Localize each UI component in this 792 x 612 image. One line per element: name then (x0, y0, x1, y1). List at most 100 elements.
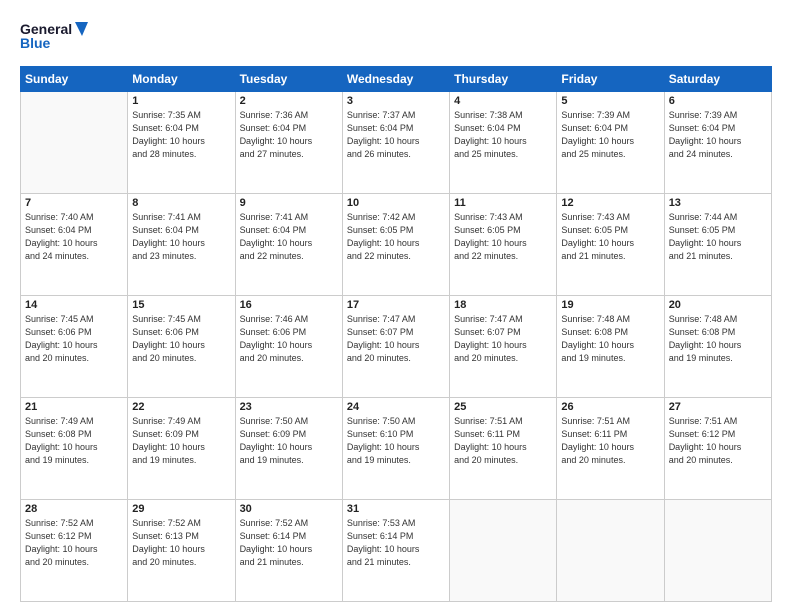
day-number: 6 (669, 95, 767, 107)
calendar-cell: 1Sunrise: 7:35 AMSunset: 6:04 PMDaylight… (128, 92, 235, 194)
day-info: Sunrise: 7:36 AMSunset: 6:04 PMDaylight:… (240, 109, 338, 161)
calendar-cell: 10 Sunrise: 7:42 AMSunset: 6:05 PMDayligh… (342, 194, 449, 296)
day-number: 3 (347, 95, 445, 107)
day-number: 4 (454, 95, 552, 107)
calendar-cell: 18Sunrise: 7:47 AMSunset: 6:07 PMDayligh… (450, 296, 557, 398)
weekday-sunday: Sunday (21, 67, 128, 92)
day-number: 25 (454, 401, 552, 413)
calendar-cell: 25 Sunrise: 7:51 AMSunset: 6:11 PMDayligh… (450, 398, 557, 500)
day-info: Sunrise: 7:42 AMSunset: 6:05 PMDaylight:… (347, 211, 445, 263)
day-number: 2 (240, 95, 338, 107)
weekday-friday: Friday (557, 67, 664, 92)
header: GeneralBlue (20, 18, 772, 56)
day-info: Sunrise: 7:37 AMSunset: 6:04 PMDaylight:… (347, 109, 445, 161)
week-row-2: 7 Sunrise: 7:40 AMSunset: 6:04 PMDaylight… (21, 194, 772, 296)
calendar-cell: 19 Sunrise: 7:48 AMSunset: 6:08 PMDayligh… (557, 296, 664, 398)
day-number: 20 (669, 299, 767, 311)
day-number: 8 (132, 197, 230, 209)
calendar-cell: 24 Sunrise: 7:50 AMSunset: 6:10 PMDayligh… (342, 398, 449, 500)
day-number: 12 (561, 197, 659, 209)
svg-text:Blue: Blue (20, 35, 51, 51)
day-info: Sunrise: 7:39 AMSunset: 6:04 PMDaylight:… (669, 109, 767, 161)
day-info: Sunrise: 7:39 AMSunset: 6:04 PMDaylight:… (561, 109, 659, 161)
calendar-cell (664, 500, 771, 602)
day-info: Sunrise: 7:49 AMSunset: 6:08 PMDaylight:… (25, 415, 123, 467)
day-number: 13 (669, 197, 767, 209)
calendar-cell: 9 Sunrise: 7:41 AMSunset: 6:04 PMDaylight… (235, 194, 342, 296)
weekday-wednesday: Wednesday (342, 67, 449, 92)
calendar-cell (21, 92, 128, 194)
day-number: 24 (347, 401, 445, 413)
day-info: Sunrise: 7:51 AMSunset: 6:11 PMDaylight:… (454, 415, 552, 467)
day-number: 31 (347, 503, 445, 515)
calendar-cell: 5 Sunrise: 7:39 AMSunset: 6:04 PMDaylight… (557, 92, 664, 194)
day-info: Sunrise: 7:48 AMSunset: 6:08 PMDaylight:… (561, 313, 659, 365)
week-row-1: 1Sunrise: 7:35 AMSunset: 6:04 PMDaylight… (21, 92, 772, 194)
weekday-tuesday: Tuesday (235, 67, 342, 92)
day-info: Sunrise: 7:50 AMSunset: 6:10 PMDaylight:… (347, 415, 445, 467)
day-number: 19 (561, 299, 659, 311)
day-info: Sunrise: 7:43 AMSunset: 6:05 PMDaylight:… (561, 211, 659, 263)
day-number: 22 (132, 401, 230, 413)
day-info: Sunrise: 7:49 AMSunset: 6:09 PMDaylight:… (132, 415, 230, 467)
day-info: Sunrise: 7:47 AMSunset: 6:07 PMDaylight:… (454, 313, 552, 365)
calendar-cell: 26Sunrise: 7:51 AMSunset: 6:11 PMDayligh… (557, 398, 664, 500)
calendar-cell: 12 Sunrise: 7:43 AMSunset: 6:05 PMDayligh… (557, 194, 664, 296)
day-number: 16 (240, 299, 338, 311)
week-row-4: 21 Sunrise: 7:49 AMSunset: 6:08 PMDayligh… (21, 398, 772, 500)
calendar-cell: 3 Sunrise: 7:37 AMSunset: 6:04 PMDaylight… (342, 92, 449, 194)
weekday-saturday: Saturday (664, 67, 771, 92)
day-info: Sunrise: 7:48 AMSunset: 6:08 PMDaylight:… (669, 313, 767, 365)
day-number: 29 (132, 503, 230, 515)
day-info: Sunrise: 7:51 AMSunset: 6:12 PMDaylight:… (669, 415, 767, 467)
day-number: 27 (669, 401, 767, 413)
calendar-cell (450, 500, 557, 602)
day-info: Sunrise: 7:40 AMSunset: 6:04 PMDaylight:… (25, 211, 123, 263)
day-info: Sunrise: 7:45 AMSunset: 6:06 PMDaylight:… (25, 313, 123, 365)
weekday-monday: Monday (128, 67, 235, 92)
day-info: Sunrise: 7:41 AMSunset: 6:04 PMDaylight:… (132, 211, 230, 263)
weekday-header-row: SundayMondayTuesdayWednesdayThursdayFrid… (21, 67, 772, 92)
day-number: 28 (25, 503, 123, 515)
day-info: Sunrise: 7:41 AMSunset: 6:04 PMDaylight:… (240, 211, 338, 263)
day-number: 15 (132, 299, 230, 311)
calendar-cell: 15 Sunrise: 7:45 AMSunset: 6:06 PMDayligh… (128, 296, 235, 398)
day-info: Sunrise: 7:43 AMSunset: 6:05 PMDaylight:… (454, 211, 552, 263)
calendar-cell: 27 Sunrise: 7:51 AMSunset: 6:12 PMDayligh… (664, 398, 771, 500)
calendar-cell: 4 Sunrise: 7:38 AMSunset: 6:04 PMDaylight… (450, 92, 557, 194)
day-info: Sunrise: 7:35 AMSunset: 6:04 PMDaylight:… (132, 109, 230, 161)
day-number: 21 (25, 401, 123, 413)
calendar-cell: 29 Sunrise: 7:52 AMSunset: 6:13 PMDayligh… (128, 500, 235, 602)
day-info: Sunrise: 7:45 AMSunset: 6:06 PMDaylight:… (132, 313, 230, 365)
day-number: 9 (240, 197, 338, 209)
day-info: Sunrise: 7:44 AMSunset: 6:05 PMDaylight:… (669, 211, 767, 263)
day-number: 26 (561, 401, 659, 413)
calendar-cell: 13 Sunrise: 7:44 AMSunset: 6:05 PMDayligh… (664, 194, 771, 296)
day-info: Sunrise: 7:52 AMSunset: 6:13 PMDaylight:… (132, 517, 230, 569)
day-number: 23 (240, 401, 338, 413)
calendar-cell: 21 Sunrise: 7:49 AMSunset: 6:08 PMDayligh… (21, 398, 128, 500)
logo: GeneralBlue (20, 18, 90, 56)
day-number: 17 (347, 299, 445, 311)
day-info: Sunrise: 7:38 AMSunset: 6:04 PMDaylight:… (454, 109, 552, 161)
day-info: Sunrise: 7:52 AMSunset: 6:12 PMDaylight:… (25, 517, 123, 569)
calendar-cell (557, 500, 664, 602)
calendar-cell: 8 Sunrise: 7:41 AMSunset: 6:04 PMDaylight… (128, 194, 235, 296)
day-info: Sunrise: 7:46 AMSunset: 6:06 PMDaylight:… (240, 313, 338, 365)
calendar-cell: 17Sunrise: 7:47 AMSunset: 6:07 PMDayligh… (342, 296, 449, 398)
calendar-cell: 7 Sunrise: 7:40 AMSunset: 6:04 PMDaylight… (21, 194, 128, 296)
calendar-cell: 30Sunrise: 7:52 AMSunset: 6:14 PMDayligh… (235, 500, 342, 602)
day-number: 5 (561, 95, 659, 107)
calendar-cell: 28 Sunrise: 7:52 AMSunset: 6:12 PMDayligh… (21, 500, 128, 602)
day-info: Sunrise: 7:52 AMSunset: 6:14 PMDaylight:… (240, 517, 338, 569)
week-row-3: 14Sunrise: 7:45 AMSunset: 6:06 PMDayligh… (21, 296, 772, 398)
calendar-table: SundayMondayTuesdayWednesdayThursdayFrid… (20, 66, 772, 602)
logo-svg: GeneralBlue (20, 18, 90, 56)
day-number: 7 (25, 197, 123, 209)
day-info: Sunrise: 7:50 AMSunset: 6:09 PMDaylight:… (240, 415, 338, 467)
day-number: 11 (454, 197, 552, 209)
calendar-cell: 14Sunrise: 7:45 AMSunset: 6:06 PMDayligh… (21, 296, 128, 398)
week-row-5: 28 Sunrise: 7:52 AMSunset: 6:12 PMDayligh… (21, 500, 772, 602)
day-number: 10 (347, 197, 445, 209)
calendar-cell: 22 Sunrise: 7:49 AMSunset: 6:09 PMDayligh… (128, 398, 235, 500)
